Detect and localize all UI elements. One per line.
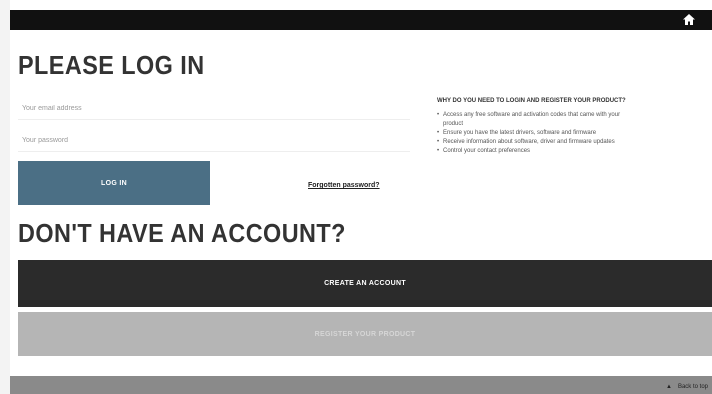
- bullet-icon: •: [437, 148, 440, 154]
- top-bar: [10, 10, 712, 30]
- email-field[interactable]: [18, 98, 410, 120]
- left-margin: [0, 0, 10, 394]
- forgot-password-link[interactable]: Forgotten password?: [308, 182, 380, 189]
- list-item-text: Access any free software and activation …: [443, 112, 621, 118]
- why-register-panel: WHY DO YOU NEED TO LOGIN AND REGISTER YO…: [435, 98, 712, 156]
- list-item-text-continued: product: [443, 121, 464, 127]
- register-product-button[interactable]: REGISTER YOUR PRODUCT: [18, 312, 712, 356]
- login-button[interactable]: LOG IN: [18, 161, 210, 205]
- bullet-icon: •: [437, 130, 440, 136]
- arrow-up-icon: ▲: [666, 384, 672, 390]
- password-field[interactable]: [18, 130, 410, 152]
- list-item: • Access any free software and activatio…: [435, 111, 712, 129]
- why-register-title: WHY DO YOU NEED TO LOGIN AND REGISTER YO…: [437, 98, 626, 104]
- list-item-text: Ensure you have the latest drivers, soft…: [443, 130, 597, 136]
- create-account-button[interactable]: CREATE AN ACCOUNT: [18, 260, 712, 307]
- list-item-text: Control your contact preferences: [443, 148, 531, 154]
- footer-bar: ▲ Back to top: [10, 376, 712, 394]
- bullet-icon: •: [437, 112, 440, 118]
- list-item: • Ensure you have the latest drivers, so…: [435, 129, 712, 138]
- list-item-text: Receive information about software, driv…: [443, 139, 615, 145]
- page: PLEASE LOG IN LOG IN Forgotten password?…: [0, 0, 712, 394]
- home-icon[interactable]: [682, 13, 696, 27]
- login-title: PLEASE LOG IN: [18, 50, 205, 80]
- back-to-top-label: Back to top: [677, 384, 708, 390]
- list-item: • Receive information about software, dr…: [435, 138, 712, 147]
- back-to-top-link[interactable]: ▲ Back to top: [666, 384, 708, 390]
- bullet-icon: •: [437, 139, 440, 145]
- list-item: • Control your contact preferences: [435, 147, 712, 156]
- no-account-title: DON'T HAVE AN ACCOUNT?: [18, 218, 346, 248]
- why-register-list: • Access any free software and activatio…: [435, 111, 712, 156]
